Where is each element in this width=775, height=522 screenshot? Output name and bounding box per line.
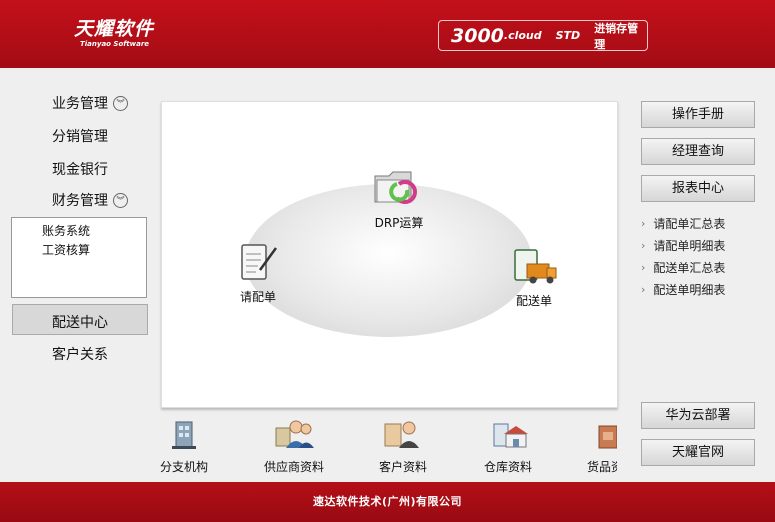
bottom-item-label: 客户资料	[379, 460, 428, 474]
product-cloud: .cloud	[503, 29, 542, 42]
chevron-right-icon: ›	[641, 217, 646, 230]
product-number: 3000	[451, 24, 504, 47]
company-name: 速达软件技术(广州)有限公司	[312, 495, 463, 508]
folder-sync-icon	[371, 168, 427, 212]
flow-label-delivery: 配送单	[515, 294, 552, 308]
bottom-item-label: 货品资	[587, 460, 617, 474]
report-link-label: 请配单汇总表	[653, 217, 726, 231]
report-link-delivery-detail[interactable]: › 配送单明细表	[641, 281, 725, 298]
report-link-label: 请配单明细表	[653, 239, 726, 253]
manual-button[interactable]: 操作手册	[641, 101, 755, 128]
delivery-truck-icon	[509, 246, 559, 290]
huawei-cloud-button[interactable]: 华为云部署	[641, 402, 755, 429]
flow-label-request: 请配单	[239, 290, 276, 304]
bottom-item-label: 仓库资料	[484, 460, 533, 474]
header-bar: 天耀软件 Tianyao Software 3000 .cloud STD 进销…	[0, 0, 775, 68]
flow-node-drp[interactable]: DRP运算	[371, 168, 427, 231]
bottom-item-branch[interactable]: 分支机构	[160, 418, 208, 475]
logo-chinese-text: 天耀软件	[74, 18, 155, 40]
bottom-item-warehouse[interactable]: 仓库资料	[484, 418, 532, 475]
bottom-item-goods[interactable]: 货品资	[587, 418, 617, 475]
building-icon	[166, 418, 202, 454]
bottom-item-supplier[interactable]: 供应商资料	[264, 418, 324, 475]
nav-item-label: 业务管理	[52, 96, 108, 112]
goods-icon	[593, 418, 617, 454]
nav-item-label: 客户关系	[52, 347, 108, 363]
nav-item-delivery-center[interactable]: 配送中心	[52, 312, 108, 332]
product-edition: STD	[555, 29, 581, 42]
nav-item-label: 配送中心	[52, 315, 108, 331]
submenu-item-payroll[interactable]: 工资核算	[42, 241, 90, 258]
chevron-right-icon: ›	[641, 283, 646, 296]
double-chevron-down-icon[interactable]: ︾	[113, 95, 128, 111]
nav-item-distribution[interactable]: 分销管理	[52, 126, 108, 146]
nav-item-cash-bank[interactable]: 现金银行	[52, 159, 108, 179]
report-link-label: 配送单明细表	[653, 283, 726, 297]
official-site-button[interactable]: 天耀官网	[641, 439, 755, 466]
nav-item-business[interactable]: 业务管理 ︾	[52, 93, 128, 113]
nav-item-label: 财务管理	[52, 193, 108, 209]
chevron-right-icon: ›	[641, 261, 646, 274]
flow-node-request[interactable]: 请配单	[236, 242, 280, 305]
nav-item-label: 分销管理	[52, 129, 108, 145]
bottom-item-label: 分支机构	[160, 460, 209, 474]
report-link-label: 配送单汇总表	[653, 261, 726, 275]
customer-person-icon	[381, 418, 425, 454]
chevron-right-icon: ›	[641, 239, 646, 252]
flow-node-delivery[interactable]: 配送单	[509, 246, 559, 309]
manager-query-button[interactable]: 经理查询	[641, 138, 755, 165]
nav-item-label: 现金银行	[52, 162, 108, 178]
clipboard-pen-icon	[236, 242, 280, 286]
report-link-request-detail[interactable]: › 请配单明细表	[641, 237, 725, 254]
bottom-item-label: 供应商资料	[264, 460, 325, 474]
report-link-delivery-summary[interactable]: › 配送单汇总表	[641, 259, 725, 276]
report-center-button[interactable]: 报表中心	[641, 175, 755, 202]
submenu-item-accounting[interactable]: 账务系统	[42, 222, 90, 239]
flow-label-drp: DRP运算	[374, 216, 424, 230]
product-title-box: 3000 .cloud STD 进销存管理	[438, 20, 648, 51]
logo-english-text: Tianyao Software	[80, 40, 150, 48]
double-chevron-down-icon[interactable]: ︾	[113, 192, 128, 208]
footer-bar: 速达软件技术(广州)有限公司	[0, 482, 775, 522]
product-name: 进销存管理	[594, 21, 639, 51]
bottom-item-customer[interactable]: 客户资料	[379, 418, 427, 475]
supplier-people-icon	[272, 418, 316, 454]
nav-item-finance[interactable]: 财务管理 ︾	[52, 190, 128, 210]
warehouse-icon	[486, 418, 530, 454]
nav-item-customer-relations[interactable]: 客户关系	[52, 344, 108, 364]
report-link-request-summary[interactable]: › 请配单汇总表	[641, 215, 725, 232]
app-logo: 天耀软件 Tianyao Software	[74, 18, 154, 49]
